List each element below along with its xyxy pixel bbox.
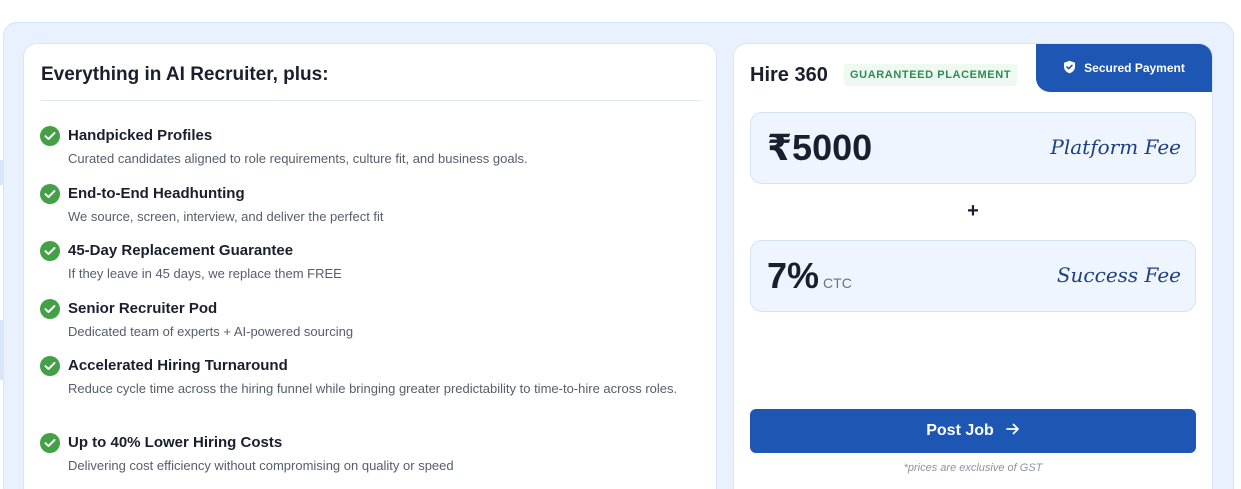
secured-payment-label: Secured Payment: [1084, 61, 1185, 75]
feature-title: End-to-End Headhunting: [68, 185, 245, 202]
shield-check-icon: [1063, 60, 1076, 77]
edge-marker: [0, 160, 3, 185]
feature-title: Accelerated Hiring Turnaround: [68, 357, 288, 374]
check-circle-icon: [40, 184, 60, 204]
feature-description: If they leave in 45 days, we replace the…: [68, 266, 342, 281]
success-fee-value: 7% CTC: [767, 255, 852, 297]
feature-description: We source, screen, interview, and delive…: [68, 209, 384, 224]
check-circle-icon: [40, 241, 60, 261]
edge-marker: [0, 320, 3, 380]
post-job-label: Post Job: [926, 422, 994, 439]
feature-title: Up to 40% Lower Hiring Costs: [68, 434, 283, 451]
secured-payment-badge: Secured Payment: [1036, 44, 1212, 92]
gst-note: *prices are exclusive of GST: [903, 462, 1043, 474]
feature-title: 45-Day Replacement Guarantee: [68, 242, 294, 259]
feature-description: Reduce cycle time across the hiring funn…: [68, 381, 678, 396]
feature-title: Senior Recruiter Pod: [68, 300, 218, 317]
features-title: Everything in AI Recruiter, plus:: [41, 64, 329, 85]
arrow-right-icon: [1005, 422, 1020, 440]
success-fee-box: 7% CTC Success Fee: [750, 240, 1196, 312]
check-circle-icon: [40, 356, 60, 376]
plan-name: Hire 360: [750, 64, 828, 86]
feature-description: Dedicated team of experts + AI-powered s…: [68, 324, 354, 339]
success-fee-label: Success Fee: [1056, 263, 1181, 287]
platform-fee-box: ₹5000 Platform Fee: [750, 112, 1196, 184]
success-fee-unit: CTC: [823, 275, 852, 291]
check-circle-icon: [40, 126, 60, 146]
success-fee-amount: 7%: [767, 255, 820, 296]
check-circle-icon: [40, 299, 60, 319]
post-job-button[interactable]: Post Job: [750, 409, 1196, 453]
platform-fee-amount: ₹5000: [767, 127, 873, 168]
feature-description: Curated candidates aligned to role requi…: [68, 151, 528, 166]
plan-badge: GUARANTEED PLACEMENT: [844, 64, 1018, 86]
features-card: Everything in AI Recruiter, plus: Handpi…: [23, 43, 717, 489]
check-circle-icon: [40, 433, 60, 453]
divider: [41, 100, 701, 101]
feature-description: Delivering cost efficiency without compr…: [68, 458, 454, 473]
pricing-card: Hire 360 GUARANTEED PLACEMENT Secured Pa…: [733, 43, 1213, 489]
plus-sign: +: [967, 200, 979, 222]
feature-title: Handpicked Profiles: [68, 127, 213, 144]
platform-fee-label: Platform Fee: [1050, 135, 1181, 159]
